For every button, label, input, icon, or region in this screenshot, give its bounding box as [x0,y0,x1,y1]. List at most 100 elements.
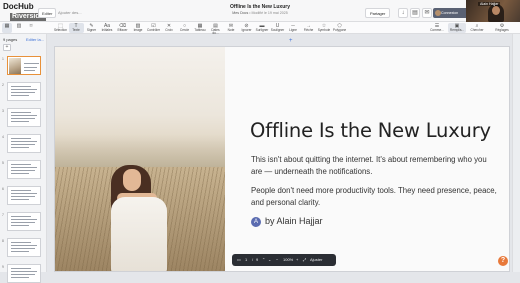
tool-arrow[interactable]: → Flèche [301,23,316,33]
bookmark-icon[interactable]: ⌑ [27,23,35,33]
edit-pages-link[interactable]: Editer la... [26,37,44,42]
thumbnail-text-line [11,141,37,142]
page-1[interactable]: Offline Is the New Luxury This isn't abo… [54,46,510,272]
tool-polygon[interactable]: ⬠ Polygone [332,23,347,33]
tool-check[interactable]: ☑ Contrôler [146,23,161,33]
tool-line[interactable]: ─ Ligne [286,23,301,33]
page-thumbnail[interactable] [7,82,41,101]
pages-panel-icon[interactable]: ▦ [2,23,12,33]
tool-label: Initiales [101,28,113,32]
thumbnail-number: 8 [2,239,4,243]
chevron-down-icon[interactable]: ⌄ [268,254,271,266]
tool-label: Surligner [255,28,269,32]
tool-underline[interactable]: U Souligner [270,23,285,33]
tool-label: Effacer [117,28,128,32]
tool-label: Tableau [194,28,206,32]
tool-table[interactable]: ▦ Tableau [193,23,208,33]
tool-note[interactable]: ✉ Note [224,23,239,33]
tool-circle[interactable]: ○ Cercle [177,23,192,33]
help-icon[interactable]: ? [498,256,508,266]
page-thumbnail[interactable] [7,212,41,231]
tool-label: Souligner [270,28,285,32]
add-description-field[interactable]: Ajouter des... [58,8,82,18]
share-button[interactable]: Partager [365,8,391,18]
print-icon[interactable]: ▤ [410,8,420,18]
tool-fill[interactable]: ▣ Remplis... [448,23,466,33]
thumbnail-text-line [11,222,35,223]
paragraph-2[interactable]: People don't need more productivity tool… [251,185,497,209]
thumbnail-text-line [11,251,29,252]
email-icon[interactable]: ✉ [422,8,432,18]
tool-bar: ▦ ▥ ⌑ ⬚ Sélection T Texte ✎ Signer Aa Initiales… [0,22,520,35]
tool-select[interactable]: ⬚ Sélection [53,23,68,33]
author-byline[interactable]: by Alain Hajjar [265,216,323,226]
fit-button[interactable]: Ajuster [310,254,322,266]
page-thumbnail[interactable] [7,134,41,153]
thumbnail-text-line [11,216,31,217]
page-headline[interactable]: Offline Is the New Luxury [250,119,491,142]
download-icon[interactable]: ↓ [398,8,408,18]
page-thumbnail[interactable] [7,238,41,257]
tool-highlight[interactable]: ▬ Surligner [255,23,270,33]
thumbnail-text-line [11,277,29,278]
thumbnail-text-line [11,121,29,122]
tool-cross[interactable]: ✕ Croix [162,23,177,33]
tool-label: Note [227,28,235,32]
tool-initials[interactable]: Aa Initiales [100,23,115,33]
thumbnail-text-line [11,219,37,220]
tool-text[interactable]: T Texte [68,23,84,33]
tool-search[interactable]: ⌕ Chercher [468,23,486,33]
tool-date[interactable]: ▤Dates du... [208,23,223,35]
thumbnail-number: 5 [2,161,4,165]
tool-ignore[interactable]: ⊘ Ignorer [239,23,254,33]
tool-erase[interactable]: ⌫ Effacer [115,23,130,33]
page-thumbnail[interactable] [7,108,41,127]
thumbnail-text-line [11,115,37,116]
thumbnail-text-line [11,147,29,148]
tool-comments[interactable]: ☰ Comme... [428,23,446,33]
chevron-up-icon[interactable]: ⌃ [262,254,265,266]
tool-label: Flèche [303,28,314,32]
thumbnail-text-line [11,245,37,246]
thumbnail-text-line [11,274,35,275]
tool-image[interactable]: ▨ Image [131,23,146,33]
modified-date: Modifié le 19 mai 2025 [251,11,288,15]
editer-tab[interactable]: Editer [38,8,57,18]
zoom-level[interactable]: 100% [283,254,293,266]
page-current[interactable]: 1 [245,254,247,266]
page-thumbnail[interactable] [7,160,41,179]
fit-icon[interactable]: ⤢ [303,254,306,266]
insert-page-icon[interactable]: + [289,38,293,44]
thumbnails-icon[interactable]: ▥ [14,23,24,33]
woman-in-field-photo [55,47,225,271]
tool-symbol[interactable]: ☆ Symbole [317,23,332,33]
paragraph-1[interactable]: This isn't about quitting the internet. … [251,154,497,178]
page-count: 9 pages [3,37,18,42]
thumbnail-text-line [24,70,35,71]
app-logo[interactable]: DocHub [3,3,34,11]
vertical-scrollbar[interactable] [512,34,520,272]
author-avatar: A [251,217,261,227]
thumbnail-text-line [11,170,35,171]
tool-sign[interactable]: ✎ Signer [84,23,99,33]
folder-link[interactable]: Mes Docs [232,11,248,15]
pages-sidebar: 9 pages Editer la... + 1 2 3 4 5 6 7 8 9 [0,34,47,283]
tool-label: Ignorer [241,28,252,32]
page-thumbnail[interactable] [7,264,41,283]
page-thumbnail[interactable] [7,186,41,205]
thumbnail-text-line [11,118,35,119]
page-separator: / [252,257,254,262]
tool-label: Image [133,28,143,32]
zoom-out-icon[interactable]: − [276,254,278,266]
document-title[interactable]: Offline Is the New Luxury [200,4,320,10]
thumbnail-text-line [11,144,35,145]
sidebar-toggle-icon[interactable]: ▭ [237,254,241,266]
zoom-in-icon[interactable]: + [296,254,298,266]
photo-dress [111,197,167,271]
page-thumbnail[interactable] [7,56,41,75]
thumbnail-text-line [11,89,37,90]
add-page-button[interactable]: + [3,44,11,51]
thumbnail-text-line [11,196,35,197]
tool-settings[interactable]: ⚙ Réglages [492,23,512,33]
thumbnail-text-line [11,190,31,191]
